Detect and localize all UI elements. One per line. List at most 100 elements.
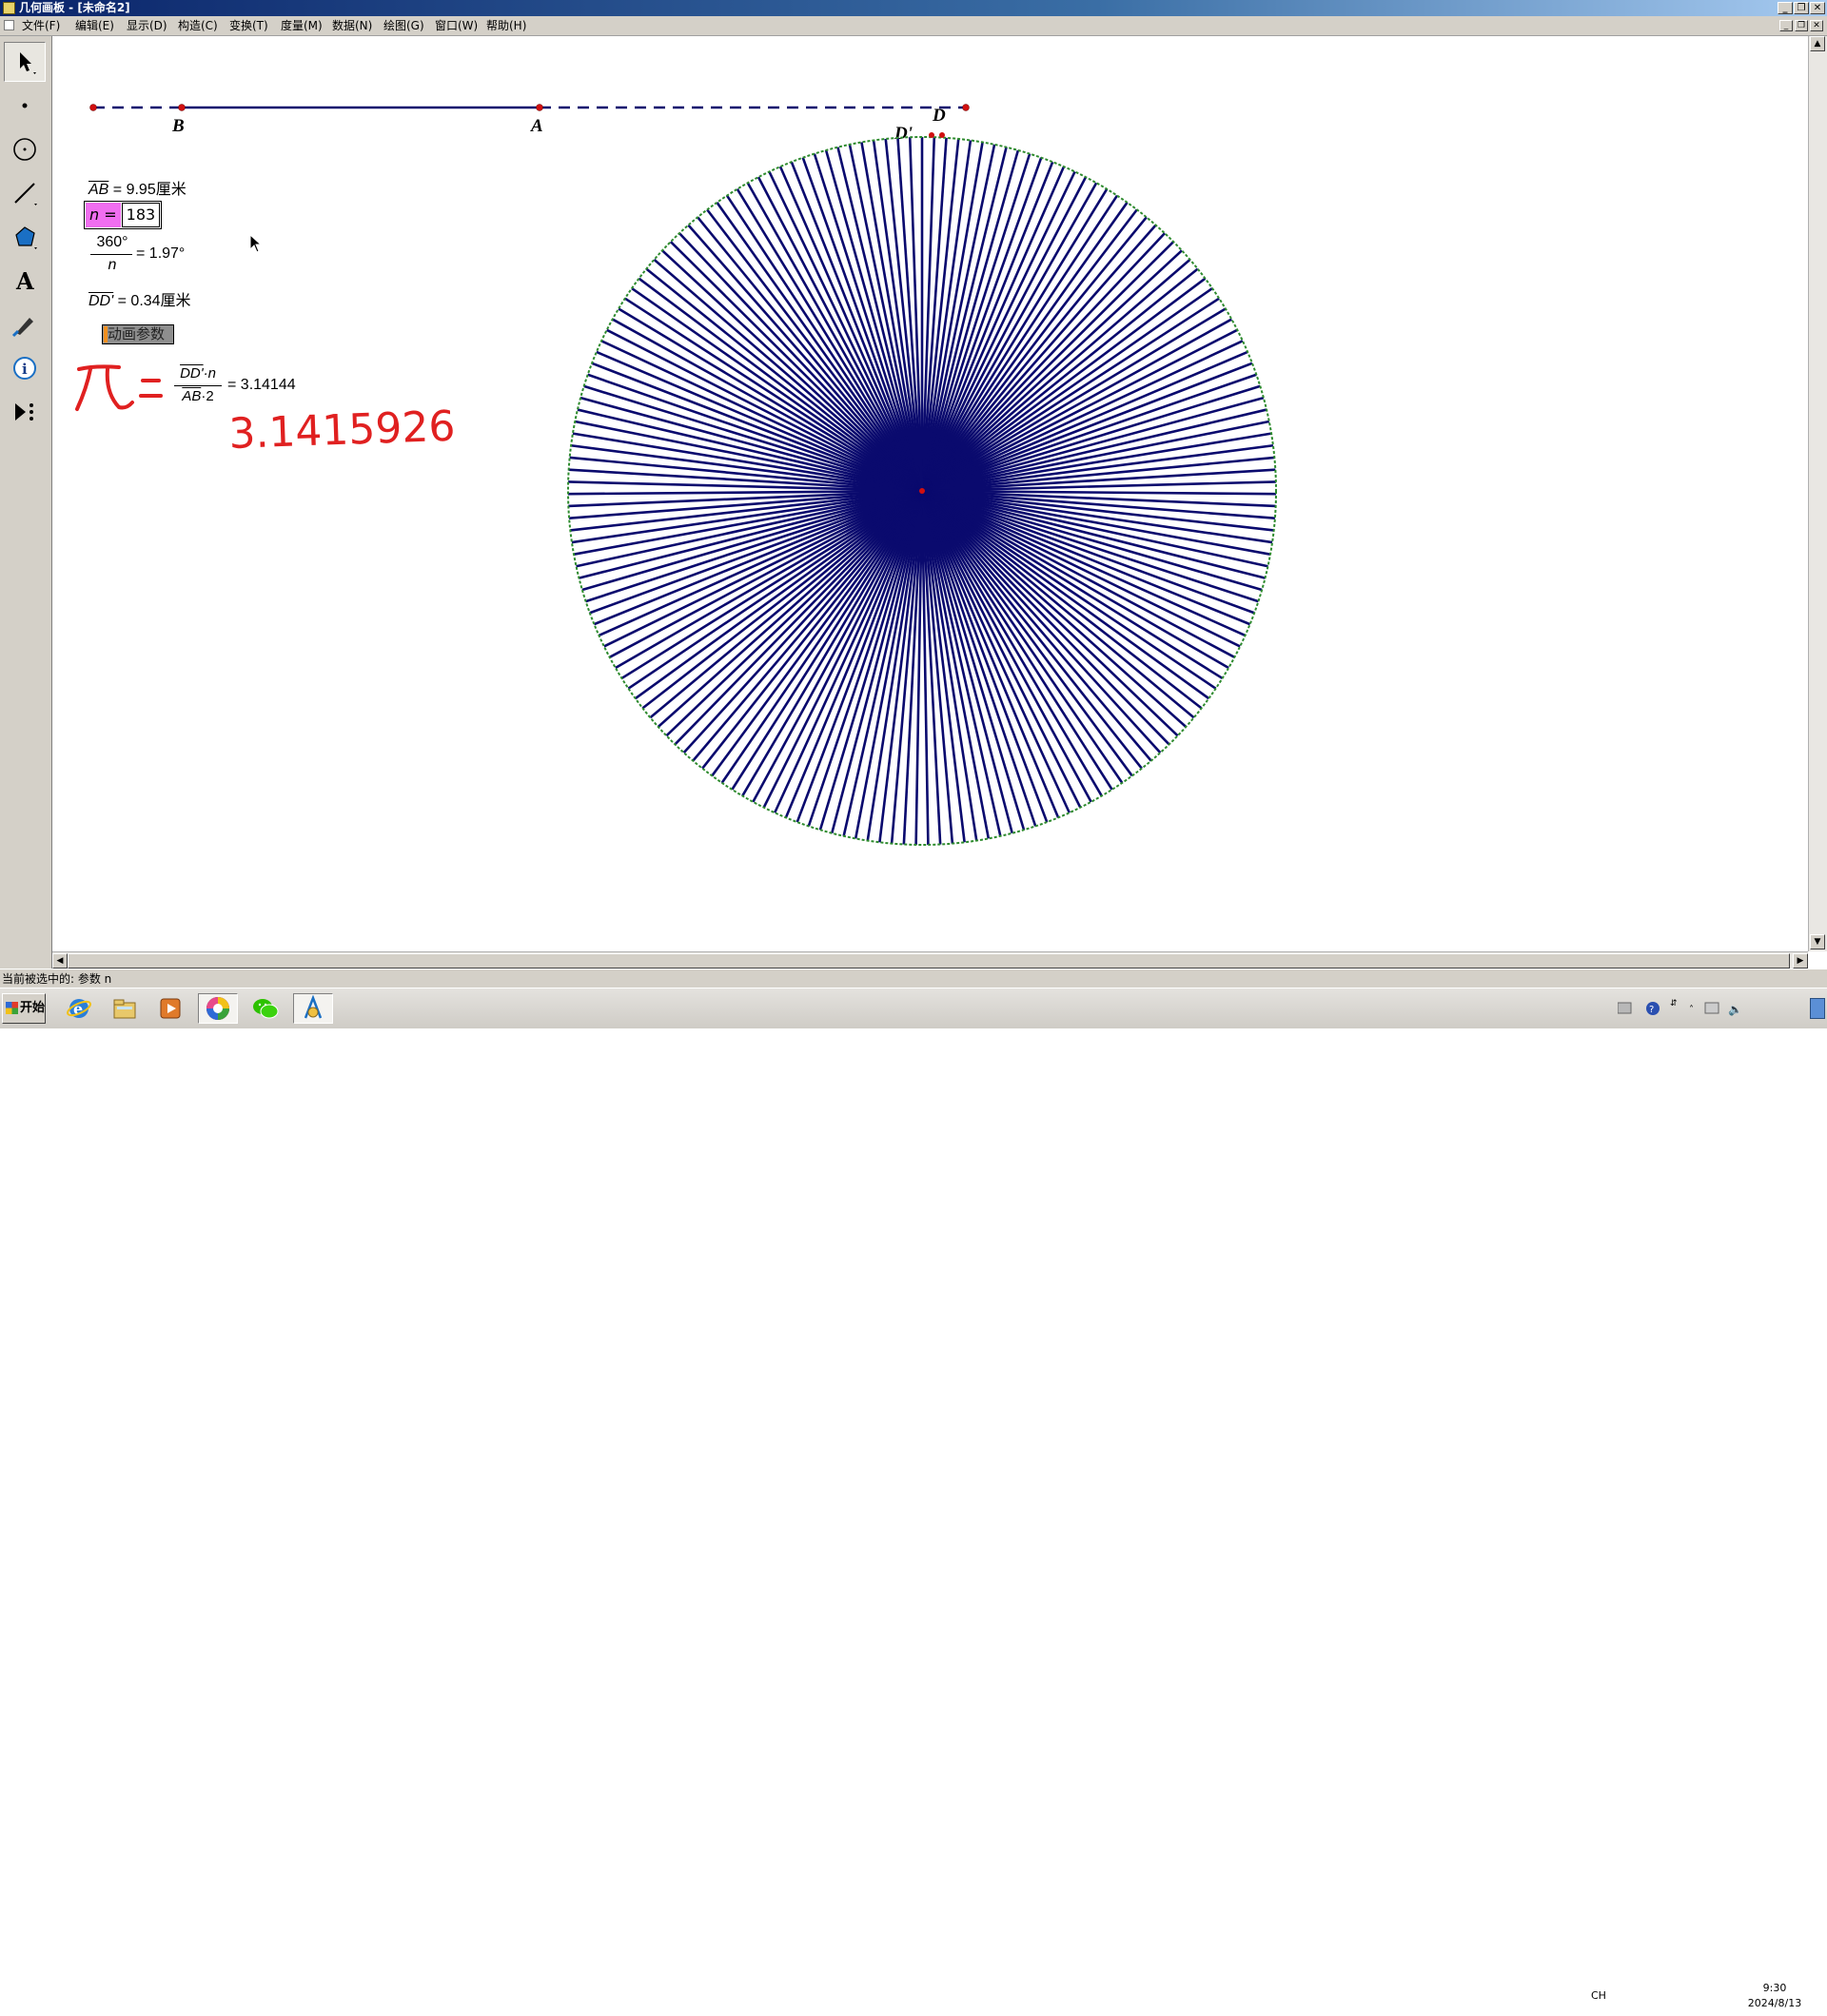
menu-bar: 文件(F) 编辑(E) 显示(D) 构造(C) 变换(T) 度量(M) 数据(N… [0, 16, 1827, 36]
app-icon [3, 2, 15, 14]
point-b[interactable] [178, 104, 186, 111]
label-b: B [171, 116, 185, 136]
status-text: 当前被选中的: 参数 n [2, 972, 112, 986]
straightedge-tool-icon[interactable] [4, 173, 46, 213]
information-tool-icon[interactable]: i [4, 348, 46, 388]
spoke-line [618, 307, 923, 493]
menu-transform[interactable]: 变换(T) [226, 16, 271, 35]
angle-numerator: 360° [96, 234, 128, 250]
angle-value: = 1.97° [136, 245, 186, 262]
animate-button-label: 动画参数 [108, 325, 166, 343]
svg-text:˄: ˄ [1689, 1004, 1694, 1015]
doc-restore-button[interactable]: ❐ [1795, 20, 1808, 31]
pi-denominator-ab: AB [182, 388, 202, 404]
menu-graph[interactable]: 绘图(G) [381, 16, 427, 35]
label-d: D [932, 106, 946, 126]
clock-date: 2024/8/13 [1747, 1997, 1802, 2009]
measure-ab-name: AB [88, 182, 109, 198]
point-tool-icon[interactable] [4, 86, 46, 126]
system-clock[interactable]: 9:30 2024/8/13 [1739, 1981, 1810, 2011]
marker-tool-icon[interactable] [4, 304, 46, 344]
tool-palette-background [0, 455, 52, 969]
start-label: 开始 [20, 1001, 46, 1015]
point-left-end[interactable] [89, 104, 97, 111]
polygon-tool-icon[interactable] [4, 217, 46, 257]
svg-text:🔈: 🔈 [1728, 1003, 1742, 1016]
arrow-tool-icon[interactable] [4, 42, 46, 82]
menu-help[interactable]: 帮助(H) [483, 16, 529, 35]
svg-text:i: i [22, 361, 28, 378]
doc-minimize-button[interactable]: _ [1779, 20, 1793, 31]
scroll-down-button[interactable]: ▼ [1810, 934, 1825, 949]
pi-fraction-bar [174, 385, 222, 386]
media-player-icon[interactable] [150, 993, 190, 1024]
sketchpad-icon[interactable] [293, 993, 333, 1024]
sketch-canvas[interactable]: B A D D' 3.1415926 AB = 9.95厘米 n = 183 36… [52, 36, 1808, 951]
menu-measure[interactable]: 度量(M) [278, 16, 325, 35]
measure-ab-value: = 9.95厘米 [112, 182, 187, 198]
menu-display[interactable]: 显示(D) [124, 16, 170, 35]
spoke-line [921, 307, 1227, 493]
pi-value: = 3.14144 [227, 377, 296, 393]
parameter-n[interactable]: n = 183 [84, 201, 163, 229]
title-bar: 几何画板 - [未命名2] _ ❐ ✕ [0, 0, 1827, 16]
status-bar: 当前被选中的: 参数 n [0, 969, 1827, 988]
menu-file[interactable]: 文件(F) [19, 16, 63, 35]
scroll-right-button[interactable]: ▶ [1793, 953, 1808, 969]
pi-denominator-2: ·2 [201, 388, 214, 404]
measure-dd[interactable]: DD' = 0.34厘米 [88, 287, 191, 310]
scroll-up-button[interactable]: ▲ [1810, 36, 1825, 51]
measure-dd-value: = 0.34厘米 [117, 293, 191, 309]
vertical-scrollbar[interactable]: ▲ ▼ [1808, 36, 1827, 951]
measure-dd-name: DD' [88, 293, 114, 309]
menu-data[interactable]: 数据(N) [329, 16, 375, 35]
explorer-icon[interactable] [105, 993, 145, 1024]
menu-edit[interactable]: 编辑(E) [72, 16, 117, 35]
language-indicator[interactable]: CH [1591, 1976, 1606, 2016]
parameter-n-label: n = [86, 203, 121, 227]
restore-button[interactable]: ❐ [1794, 2, 1809, 14]
start-button[interactable]: 开始 [2, 993, 46, 1024]
pi-numerator-n: ·n [203, 365, 216, 382]
horizontal-scrollbar[interactable]: ◀ ▶ [52, 951, 1808, 969]
spoke-line [920, 490, 1103, 797]
show-desktop-button[interactable] [1810, 998, 1825, 1019]
point-d-prime[interactable] [939, 132, 945, 138]
scroll-left-button[interactable]: ◀ [52, 953, 68, 969]
wechat-icon[interactable] [246, 993, 285, 1024]
spoke-line [741, 490, 924, 797]
pi-numerator-dd: DD' [180, 365, 204, 382]
document-icon[interactable] [4, 20, 14, 30]
handwritten-pi-annotation [75, 364, 163, 411]
window-title: 几何画板 - [未命名2] [19, 1, 130, 14]
minimize-button[interactable]: _ [1778, 2, 1793, 14]
menu-construct[interactable]: 构造(C) [175, 16, 221, 35]
svg-text:⇵: ⇵ [1670, 999, 1678, 1008]
compass-tool-icon[interactable] [4, 129, 46, 169]
measure-ab[interactable]: AB = 9.95厘米 [88, 176, 187, 199]
handwritten-digits: 3.1415926 [228, 402, 457, 459]
taskbar: 开始 e CH ? ⇵ ˄ 🔈 9:30 2024/8/13 [0, 988, 1827, 2009]
button-indicator [104, 326, 108, 343]
parameter-n-value[interactable]: 183 [121, 203, 161, 227]
sketch-drawing[interactable]: B A D D' 3.1415926 [52, 36, 1808, 951]
angle-fraction-bar [90, 254, 132, 255]
custom-tool-icon[interactable] [4, 392, 46, 432]
point-d[interactable] [929, 132, 934, 138]
menu-window[interactable]: 窗口(W) [432, 16, 481, 35]
close-button[interactable]: ✕ [1810, 2, 1825, 14]
animate-parameter-button[interactable]: 动画参数 [102, 324, 174, 344]
circle-center-point[interactable] [919, 488, 925, 494]
angle-denominator: n [108, 257, 117, 273]
browser-icon[interactable] [198, 993, 238, 1024]
clock-time: 9:30 [1762, 1982, 1787, 1994]
point-right-end[interactable] [962, 104, 970, 111]
text-tool-icon[interactable]: A [4, 261, 46, 301]
doc-close-button[interactable]: ✕ [1810, 20, 1823, 31]
windows-logo-icon [6, 1002, 18, 1014]
horizontal-scroll-thumb[interactable] [68, 953, 1790, 969]
label-a: A [530, 116, 543, 136]
point-a[interactable] [536, 104, 543, 111]
svg-text:A: A [15, 267, 34, 295]
ie-icon[interactable]: e [59, 993, 99, 1024]
